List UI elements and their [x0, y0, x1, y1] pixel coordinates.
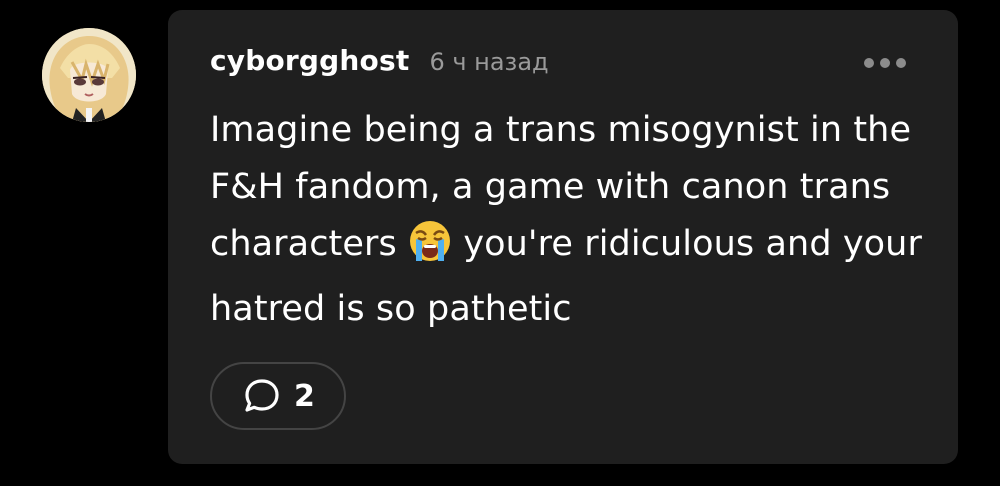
reply-button[interactable]: 2 — [210, 362, 346, 430]
more-dot — [880, 58, 890, 68]
reply-count: 2 — [294, 378, 315, 414]
avatar[interactable] — [42, 28, 136, 122]
avatar-image — [42, 28, 136, 122]
speech-bubble-icon — [245, 379, 279, 412]
more-dot — [864, 58, 874, 68]
comment-card: cyborgghost 6 ч назад Imagine being a tr… — [168, 10, 958, 464]
username[interactable]: cyborgghost — [210, 44, 409, 77]
more-options-icon[interactable] — [864, 58, 906, 68]
timestamp: 6 ч назад — [429, 48, 549, 76]
more-dot — [896, 58, 906, 68]
comment-body: Imagine being a trans misogynist in the … — [210, 102, 930, 338]
comment-header: cyborgghost 6 ч назад — [210, 44, 549, 77]
loudly-crying-face-icon — [408, 219, 452, 281]
comment-thread: cyborgghost 6 ч назад Imagine being a tr… — [0, 0, 1000, 486]
